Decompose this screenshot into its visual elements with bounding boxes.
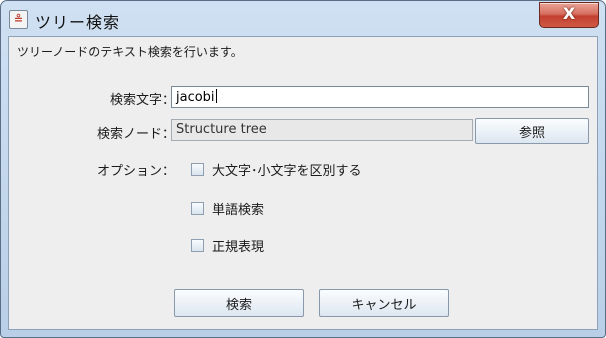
search-button[interactable]: 検索 bbox=[174, 289, 304, 317]
options-label: オプション： bbox=[96, 164, 175, 179]
dialog-body: ツリーノードのテキスト検索を行います。 検索文字： jacobi 検索ノード： … bbox=[8, 36, 598, 330]
close-icon: X bbox=[562, 4, 576, 23]
search-node-label: 検索ノード： bbox=[96, 127, 175, 142]
browse-button[interactable]: 参照 bbox=[475, 118, 589, 144]
text-caret bbox=[215, 89, 217, 103]
description-text: ツリーノードのテキスト検索を行います。 bbox=[17, 45, 243, 59]
option-case-sensitive[interactable]: 大文字･小文字を区別する bbox=[191, 160, 362, 179]
regex-label: 正規表現 bbox=[212, 240, 265, 255]
dialog-window: ≗ ツリー検索 X ツリーノードのテキスト検索を行います。 検索文字： jaco… bbox=[0, 0, 606, 338]
search-node-field: Structure tree bbox=[171, 119, 473, 141]
word-search-checkbox[interactable] bbox=[191, 202, 204, 215]
window-title: ツリー検索 bbox=[35, 13, 121, 32]
word-search-label: 単語検索 bbox=[212, 203, 265, 218]
option-word-search[interactable]: 単語検索 bbox=[191, 199, 264, 218]
search-text-input[interactable]: jacobi bbox=[171, 86, 589, 108]
search-text-value: jacobi bbox=[176, 90, 215, 105]
title-bar[interactable]: ≗ ツリー検索 X bbox=[1, 1, 605, 37]
cancel-button[interactable]: キャンセル bbox=[319, 289, 449, 317]
java-app-icon: ≗ bbox=[9, 10, 28, 29]
case-sensitive-checkbox[interactable] bbox=[191, 163, 204, 176]
regex-checkbox[interactable] bbox=[191, 239, 204, 252]
close-button[interactable]: X bbox=[539, 2, 599, 28]
case-sensitive-label: 大文字･小文字を区別する bbox=[212, 164, 362, 179]
search-text-label: 検索文字： bbox=[109, 93, 175, 108]
option-regex[interactable]: 正規表現 bbox=[191, 236, 264, 255]
